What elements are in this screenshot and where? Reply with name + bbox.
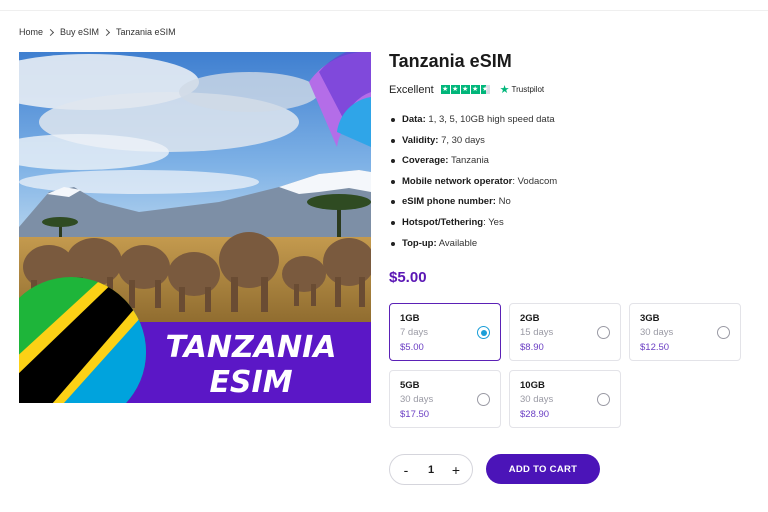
plan-option-10gb[interactable]: 10GB 30 days $28.90 — [509, 370, 621, 428]
radio-icon[interactable] — [597, 393, 610, 406]
plan-validity: 30 days — [640, 327, 674, 338]
plan-option-1gb[interactable]: 1GB 7 days $5.00 — [389, 303, 501, 361]
plan-option-3gb[interactable]: 3GB 30 days $12.50 — [629, 303, 741, 361]
list-item: Mobile network operator: Vodacom — [389, 176, 557, 197]
chevron-right-icon — [102, 28, 111, 36]
star-icon: ★ — [450, 85, 460, 94]
plan-size: 1GB — [400, 313, 420, 324]
plan-price: $17.50 — [400, 409, 430, 420]
quantity-value[interactable]: 1 — [428, 464, 434, 476]
plan-option-5gb[interactable]: 5GB 30 days $17.50 — [389, 370, 501, 428]
list-item: Data: 1, 3, 5, 10GB high speed data — [389, 114, 557, 135]
page-title: Tanzania eSIM — [389, 51, 512, 71]
breadcrumb-current: Tanzania eSIM — [116, 27, 176, 37]
plan-price: $28.90 — [520, 409, 550, 420]
trustpilot-star-icon: ★ — [499, 84, 510, 96]
rating-row: Excellent ★ ★ ★ ★ ★ ★ Trustpilot — [389, 83, 544, 97]
banner-title-line1: TANZANIA — [166, 330, 337, 365]
breadcrumb-buy-esim[interactable]: Buy eSIM — [60, 27, 99, 37]
header-divider — [0, 10, 768, 11]
spec-list: Data: 1, 3, 5, 10GB high speed data Vali… — [389, 114, 557, 258]
list-item: Hotspot/Tethering: Yes — [389, 217, 557, 238]
quantity-stepper: - 1 + — [389, 454, 473, 485]
list-item: Top-up: Available — [389, 238, 557, 259]
star-icon: ★ — [460, 85, 470, 94]
plan-size: 5GB — [400, 380, 420, 391]
plan-validity: 30 days — [520, 394, 554, 405]
radio-selected-icon[interactable] — [477, 326, 490, 339]
radio-icon[interactable] — [477, 393, 490, 406]
price: $5.00 — [389, 269, 427, 286]
trustpilot-label: Trustpilot — [511, 85, 545, 94]
product-image: TANZANIA ESIM — [19, 52, 371, 403]
tanzania-elephants-image: TANZANIA ESIM — [19, 52, 371, 403]
plan-size: 3GB — [640, 313, 660, 324]
increment-button[interactable]: + — [448, 463, 464, 477]
banner-title-line2: ESIM — [209, 365, 292, 400]
star-icon: ★ — [470, 85, 480, 94]
plan-price: $8.90 — [520, 342, 544, 353]
list-item: Validity: 7, 30 days — [389, 135, 557, 156]
product-info: Tanzania eSIM Excellent ★ ★ ★ ★ ★ ★ Trus… — [389, 50, 759, 286]
breadcrumb-home[interactable]: Home — [19, 27, 43, 37]
plan-validity: 15 days — [520, 327, 554, 338]
plan-validity: 7 days — [400, 327, 428, 338]
radio-icon[interactable] — [597, 326, 610, 339]
add-to-cart-button[interactable]: ADD TO CART — [486, 454, 600, 484]
breadcrumb: Home Buy eSIM Tanzania eSIM — [19, 27, 176, 37]
star-icon: ★ — [440, 85, 450, 94]
plan-price: $12.50 — [640, 342, 670, 353]
list-item: eSIM phone number: No — [389, 196, 557, 217]
decrement-button[interactable]: - — [398, 463, 414, 477]
plan-price: $5.00 — [400, 342, 424, 353]
trustpilot-logo[interactable]: ★ Trustpilot — [500, 83, 544, 96]
star-rating: ★ ★ ★ ★ ★ — [440, 85, 490, 94]
list-item: Coverage: Tanzania — [389, 155, 557, 176]
plan-validity: 30 days — [400, 394, 434, 405]
plan-option-2gb[interactable]: 2GB 15 days $8.90 — [509, 303, 621, 361]
star-half-icon: ★ — [480, 85, 490, 94]
plan-size: 10GB — [520, 380, 545, 391]
chevron-right-icon — [46, 28, 55, 36]
rating-label: Excellent — [389, 83, 434, 96]
plan-size: 2GB — [520, 313, 540, 324]
radio-icon[interactable] — [717, 326, 730, 339]
